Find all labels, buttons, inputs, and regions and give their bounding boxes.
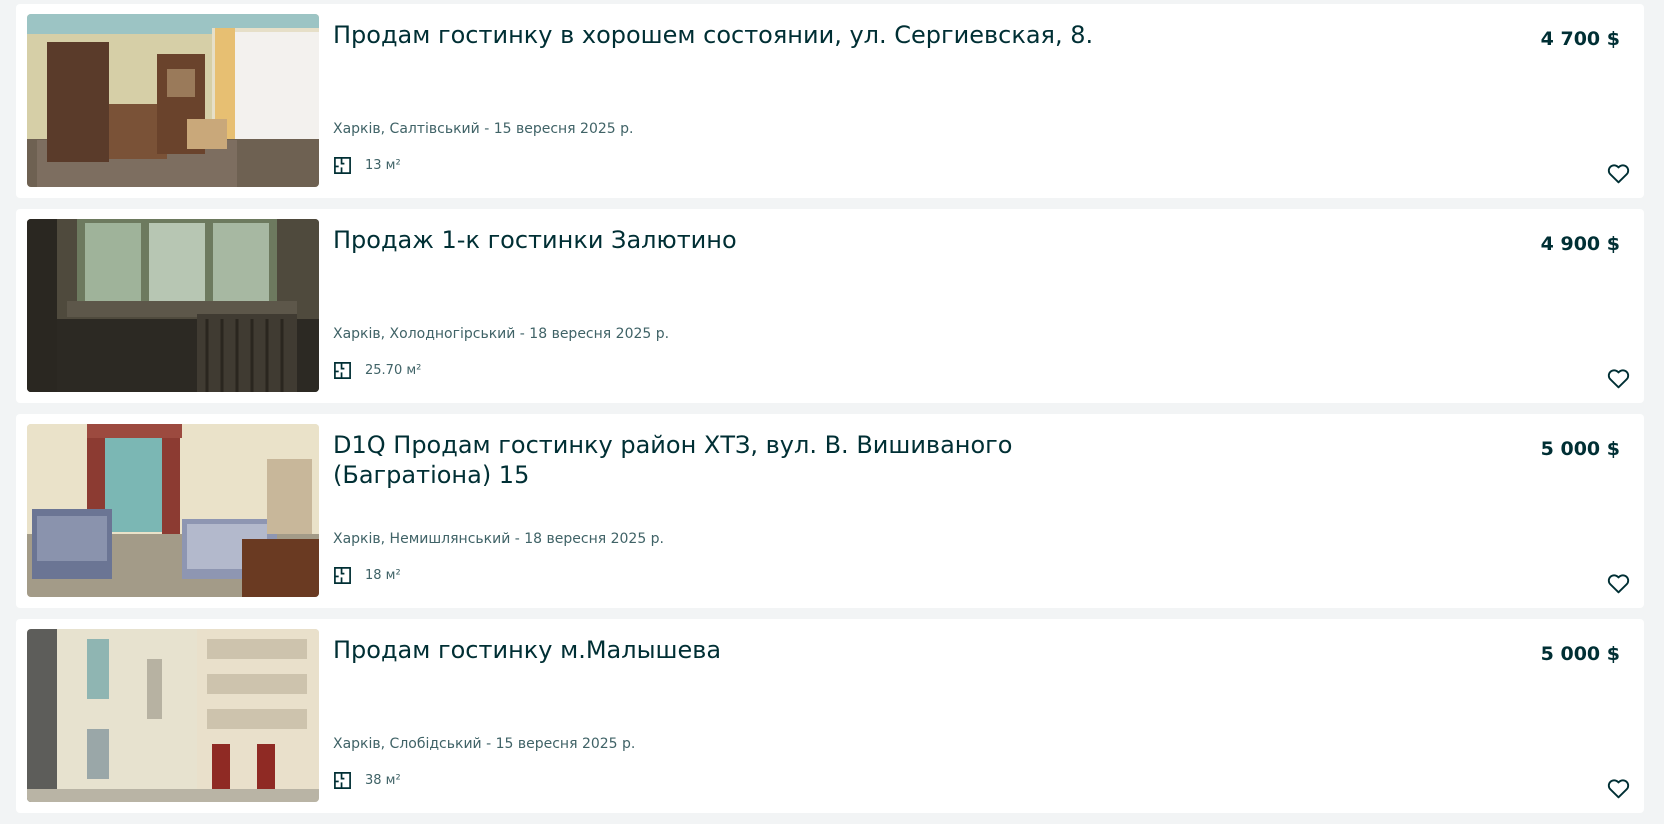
listing-title[interactable]: D1Q Продам гостинку район ХТЗ, вул. В. В… xyxy=(333,430,1163,490)
listing-price: 4 900 $ xyxy=(1540,233,1620,255)
room-with-sofa-photo xyxy=(27,424,319,597)
listing-area: 25.70 м² xyxy=(333,360,421,380)
building-exterior-photo xyxy=(27,629,319,802)
listing-area: 13 м² xyxy=(333,155,401,175)
listing-card[interactable]: Продам гостинку м.Малышева 5 000 $ Харкі… xyxy=(16,619,1644,813)
floor-plan-icon xyxy=(333,771,352,790)
listing-card[interactable]: Продам гостинку в хорошем состоянии, ул.… xyxy=(16,4,1644,198)
floor-plan-icon xyxy=(333,566,352,585)
listing-area: 38 м² xyxy=(333,770,401,790)
listing-area: 18 м² xyxy=(333,565,401,585)
listing-card[interactable]: Продаж 1-к гостинки Залютино 4 900 $ Хар… xyxy=(16,209,1644,403)
heart-outline-icon xyxy=(1607,163,1629,183)
room-with-wardrobe-photo xyxy=(27,14,319,187)
listing-location-date: Харків, Салтівський - 15 вересня 2025 р. xyxy=(333,121,634,137)
floor-plan-icon xyxy=(333,361,352,380)
listing-location-date: Харків, Слобідський - 15 вересня 2025 р. xyxy=(333,736,636,752)
listing-location-date: Харків, Холодногірський - 18 вересня 202… xyxy=(333,326,670,342)
listing-title[interactable]: Продаж 1-к гостинки Залютино xyxy=(333,225,1163,255)
heart-outline-icon xyxy=(1607,573,1629,593)
listing-price: 5 000 $ xyxy=(1540,438,1620,460)
window-and-radiator-photo xyxy=(27,219,319,392)
floor-plan-icon xyxy=(333,156,352,175)
listing-photo[interactable] xyxy=(27,424,319,597)
listing-area-value: 13 м² xyxy=(365,157,401,173)
heart-outline-icon xyxy=(1607,778,1629,798)
heart-outline-icon xyxy=(1607,368,1629,388)
listing-area-value: 18 м² xyxy=(365,567,401,583)
listing-area-value: 38 м² xyxy=(365,772,401,788)
listing-area-value: 25.70 м² xyxy=(365,362,422,378)
listing-photo[interactable] xyxy=(27,629,319,802)
listing-price: 4 700 $ xyxy=(1540,28,1620,50)
add-to-favorites-button[interactable] xyxy=(1604,774,1632,802)
add-to-favorites-button[interactable] xyxy=(1604,569,1632,597)
listing-list: Продам гостинку в хорошем состоянии, ул.… xyxy=(0,0,1664,824)
listing-title[interactable]: Продам гостинку в хорошем состоянии, ул.… xyxy=(333,20,1163,50)
add-to-favorites-button[interactable] xyxy=(1604,364,1632,392)
listing-card[interactable]: D1Q Продам гостинку район ХТЗ, вул. В. В… xyxy=(16,414,1644,608)
listing-location-date: Харків, Немишлянський - 18 вересня 2025 … xyxy=(333,531,665,547)
add-to-favorites-button[interactable] xyxy=(1604,159,1632,187)
listing-photo[interactable] xyxy=(27,219,319,392)
listing-photo[interactable] xyxy=(27,14,319,187)
listing-price: 5 000 $ xyxy=(1540,643,1620,665)
listing-title[interactable]: Продам гостинку м.Малышева xyxy=(333,635,1163,665)
